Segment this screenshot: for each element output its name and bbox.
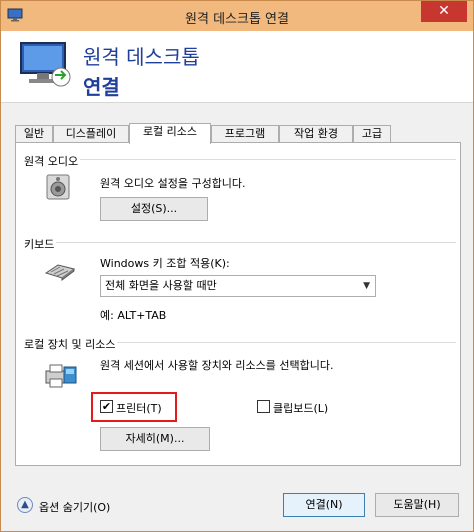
printer-devices-icon xyxy=(45,364,77,388)
tab-experience[interactable]: 작업 환경 xyxy=(279,125,353,143)
audio-description: 원격 오디오 설정을 구성합니다. xyxy=(100,177,246,190)
devices-group-title: 로컬 장치 및 리소스 xyxy=(22,336,118,352)
chevron-up-icon[interactable]: ▲ xyxy=(17,497,33,513)
clipboard-label[interactable]: 클립보드(L) xyxy=(273,400,328,416)
hide-options-link[interactable]: 옵션 숨기기(O) xyxy=(39,499,110,515)
audio-settings-button[interactable]: 설정(S)... xyxy=(100,197,208,221)
tab-programs[interactable]: 프로그램 xyxy=(211,125,279,143)
keyboard-group-line xyxy=(22,242,456,243)
clipboard-checkbox[interactable] xyxy=(257,400,270,413)
keyboard-label: Windows 키 조합 적용(K): xyxy=(100,257,230,270)
tab-display[interactable]: 디스플레이 xyxy=(53,125,129,143)
local-resources-panel: 원격 오디오 원격 오디오 설정을 구성합니다. 설정(S)... 키보드 Wi… xyxy=(15,142,461,466)
header-title-line2: 연결 xyxy=(83,75,120,99)
keyboard-icon xyxy=(44,264,76,281)
printer-highlight-box xyxy=(91,392,177,422)
rdp-window: 원격 데스크톱 연결 ✕ 원격 데스크톱 연결 일반 디스플레이 로컬 리소스 … xyxy=(0,0,474,532)
connect-button[interactable]: 연결(N) xyxy=(283,493,365,517)
more-devices-button[interactable]: 자세히(M)... xyxy=(100,427,210,451)
title-bar[interactable]: 원격 데스크톱 연결 ✕ xyxy=(1,1,473,31)
tab-local-resources[interactable]: 로컬 리소스 xyxy=(129,123,211,144)
chevron-down-icon: ▼ xyxy=(363,281,370,291)
keyboard-combo-select[interactable]: 전체 화면을 사용할 때만 ▼ xyxy=(100,275,376,297)
keyboard-example: 예: ALT+TAB xyxy=(100,309,167,322)
speaker-icon xyxy=(46,174,70,200)
tab-advanced[interactable]: 고급 xyxy=(353,125,391,143)
remote-desktop-icon xyxy=(20,42,71,87)
tab-general[interactable]: 일반 xyxy=(15,125,53,143)
devices-description: 원격 세션에서 사용할 장치와 리소스를 선택합니다. xyxy=(100,359,334,372)
header-banner: 원격 데스크톱 연결 xyxy=(1,31,473,103)
help-button[interactable]: 도움말(H) xyxy=(375,493,459,517)
header-title-line1: 원격 데스크톱 xyxy=(83,45,200,69)
audio-group-line xyxy=(22,159,456,160)
keyboard-combo-value: 전체 화면을 사용할 때만 xyxy=(105,279,217,292)
window-title: 원격 데스크톱 연결 xyxy=(185,12,289,27)
keyboard-group-title: 키보드 xyxy=(22,236,57,252)
audio-group-title: 원격 오디오 xyxy=(22,153,81,169)
close-button[interactable]: ✕ xyxy=(421,1,467,22)
